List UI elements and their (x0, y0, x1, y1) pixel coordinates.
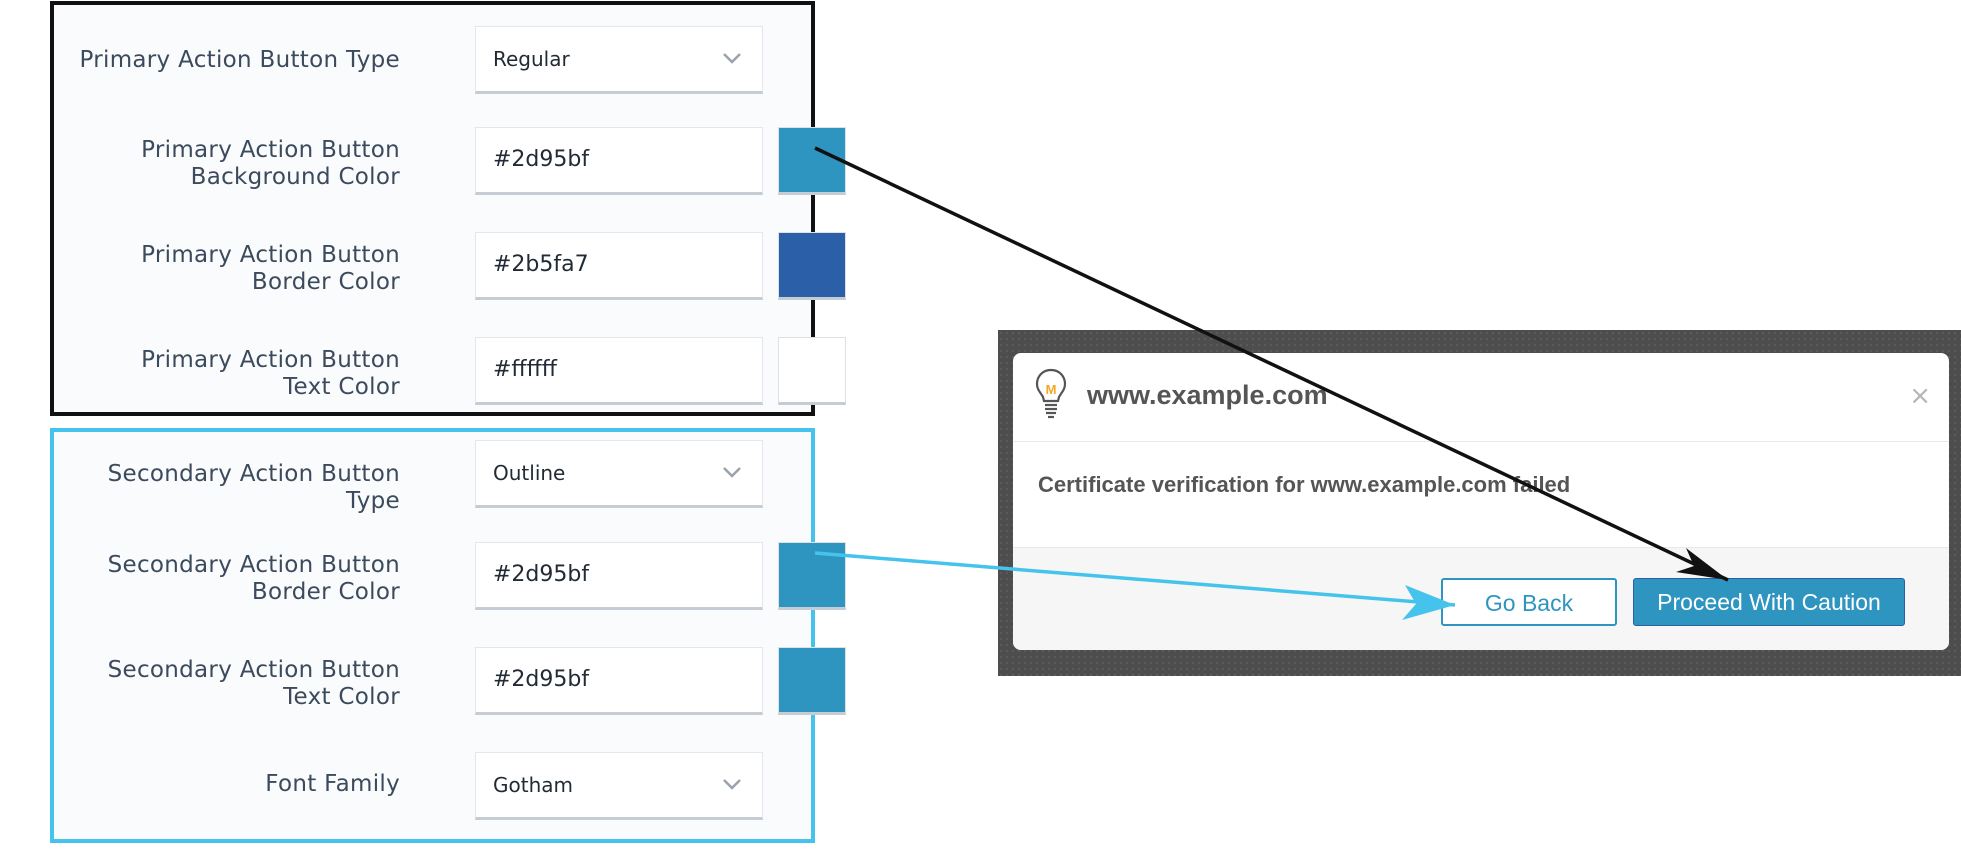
chevron-down-icon (723, 53, 741, 64)
lightbulb-letter: M (1046, 382, 1057, 397)
secondary-button-border-value: #2d95bf (493, 562, 590, 587)
primary-button-text-color-input[interactable]: #ffffff (475, 337, 763, 405)
dialog-footer: Go Back Proceed With Caution (1013, 548, 1949, 650)
secondary-button-text-color-value: #2d95bf (493, 667, 590, 692)
close-icon[interactable]: × (1909, 381, 1931, 411)
secondary-button-text-color-swatch[interactable] (778, 647, 846, 715)
font-family-value: Gotham (493, 773, 573, 797)
primary-button-text-color-swatch[interactable] (778, 337, 846, 405)
secondary-button-border-input[interactable]: #2d95bf (475, 542, 763, 610)
secondary-button-settings-panel: Secondary Action Button Type Outline Sec… (50, 428, 846, 843)
dialog-header: M www.example.com × (1013, 353, 1949, 442)
secondary-button-border-swatch[interactable] (778, 542, 846, 610)
dialog-body: Certificate verification for www.example… (1013, 442, 1949, 548)
dialog-title: www.example.com (1087, 380, 1328, 410)
primary-button-background-value: #2d95bf (493, 147, 590, 172)
chevron-down-icon (723, 779, 741, 790)
chevron-down-icon (723, 467, 741, 478)
primary-button-type-value: Regular (493, 47, 570, 71)
primary-button-background-swatch[interactable] (778, 127, 846, 195)
go-back-button[interactable]: Go Back (1441, 578, 1617, 626)
certificate-warning-dialog: M www.example.com × Certificate verifica… (1013, 353, 1949, 650)
font-family-select[interactable]: Gotham (475, 752, 763, 820)
secondary-button-border-label: Secondary Action Button Border Color (107, 552, 400, 605)
primary-button-settings-panel: Primary Action Button Type Regular Prima… (50, 1, 846, 416)
primary-button-background-input[interactable]: #2d95bf (475, 127, 763, 195)
primary-button-border-label: Primary Action Button Border Color (141, 242, 400, 295)
secondary-button-text-color-input[interactable]: #2d95bf (475, 647, 763, 715)
primary-button-type-label: Primary Action Button Type (79, 47, 400, 73)
primary-button-border-swatch[interactable] (778, 232, 846, 300)
primary-button-border-value: #2b5fa7 (493, 252, 589, 277)
proceed-with-caution-button[interactable]: Proceed With Caution (1633, 578, 1905, 626)
secondary-button-type-value: Outline (493, 461, 566, 485)
secondary-button-type-select[interactable]: Outline (475, 440, 763, 508)
font-family-label: Font Family (265, 771, 400, 797)
secondary-button-type-label: Secondary Action Button Type (107, 461, 400, 514)
primary-button-border-input[interactable]: #2b5fa7 (475, 232, 763, 300)
primary-button-text-color-value: #ffffff (493, 357, 557, 382)
secondary-button-text-color-label: Secondary Action Button Text Color (107, 657, 400, 710)
primary-button-type-select[interactable]: Regular (475, 26, 763, 94)
dialog-message: Certificate verification for www.example… (1038, 472, 1571, 497)
primary-button-background-label: Primary Action Button Background Color (141, 137, 400, 190)
lightbulb-icon: M (1035, 368, 1067, 419)
primary-button-text-color-label: Primary Action Button Text Color (141, 347, 400, 400)
